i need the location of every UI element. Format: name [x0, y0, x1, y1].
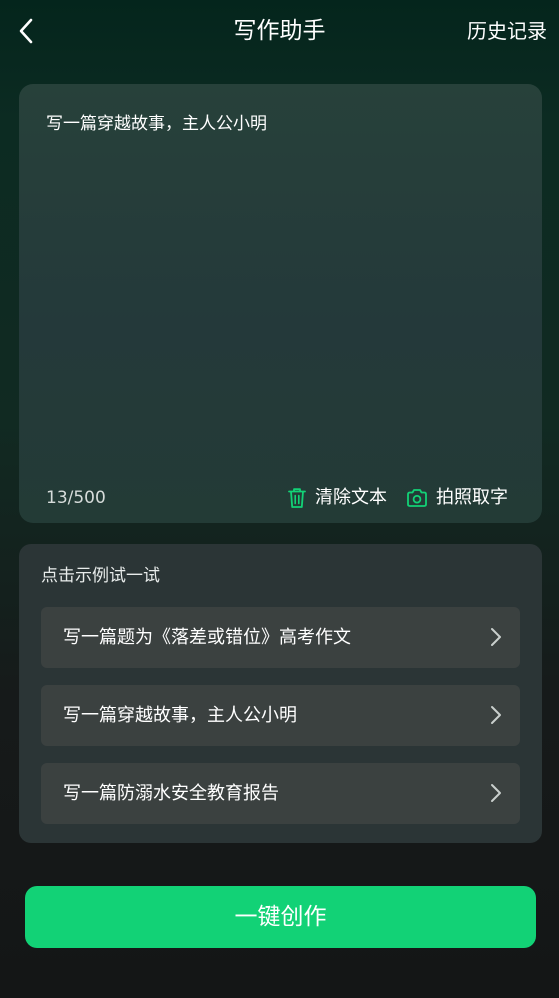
char-counter: 13/500 — [46, 488, 106, 508]
create-button[interactable]: 一键创作 — [25, 886, 536, 948]
chevron-right-icon — [491, 628, 501, 646]
example-label: 写一篇穿越故事，主人公小明 — [63, 705, 297, 726]
chevron-right-icon — [491, 784, 501, 802]
example-item[interactable]: 写一篇穿越故事，主人公小明 — [41, 685, 520, 746]
examples-title: 点击示例试一试 — [41, 566, 160, 586]
photo-ocr-label: 拍照取字 — [436, 487, 508, 508]
trash-icon — [288, 488, 306, 508]
photo-ocr-button[interactable]: 拍照取字 — [406, 484, 508, 512]
examples-panel: 点击示例试一试 写一篇题为《落差或错位》高考作文 写一篇穿越故事，主人公小明 写… — [19, 544, 542, 843]
chevron-right-icon — [491, 706, 501, 724]
prompt-input[interactable]: 写一篇穿越故事，主人公小明 — [46, 110, 516, 470]
clear-text-button[interactable]: 清除文本 — [287, 484, 387, 512]
history-button[interactable]: 历史记录 — [467, 16, 547, 46]
example-label: 写一篇防溺水安全教育报告 — [63, 783, 279, 804]
back-button[interactable] — [10, 14, 42, 48]
example-item[interactable]: 写一篇防溺水安全教育报告 — [41, 763, 520, 824]
clear-text-label: 清除文本 — [315, 487, 387, 508]
example-label: 写一篇题为《落差或错位》高考作文 — [63, 627, 351, 648]
example-item[interactable]: 写一篇题为《落差或错位》高考作文 — [41, 607, 520, 668]
top-bar: 写作助手 历史记录 — [0, 0, 559, 62]
chevron-left-icon — [19, 18, 33, 44]
prompt-editor-card: 写一篇穿越故事，主人公小明 13/500 清除文本 拍照取字 — [19, 84, 542, 523]
camera-icon — [407, 489, 427, 507]
